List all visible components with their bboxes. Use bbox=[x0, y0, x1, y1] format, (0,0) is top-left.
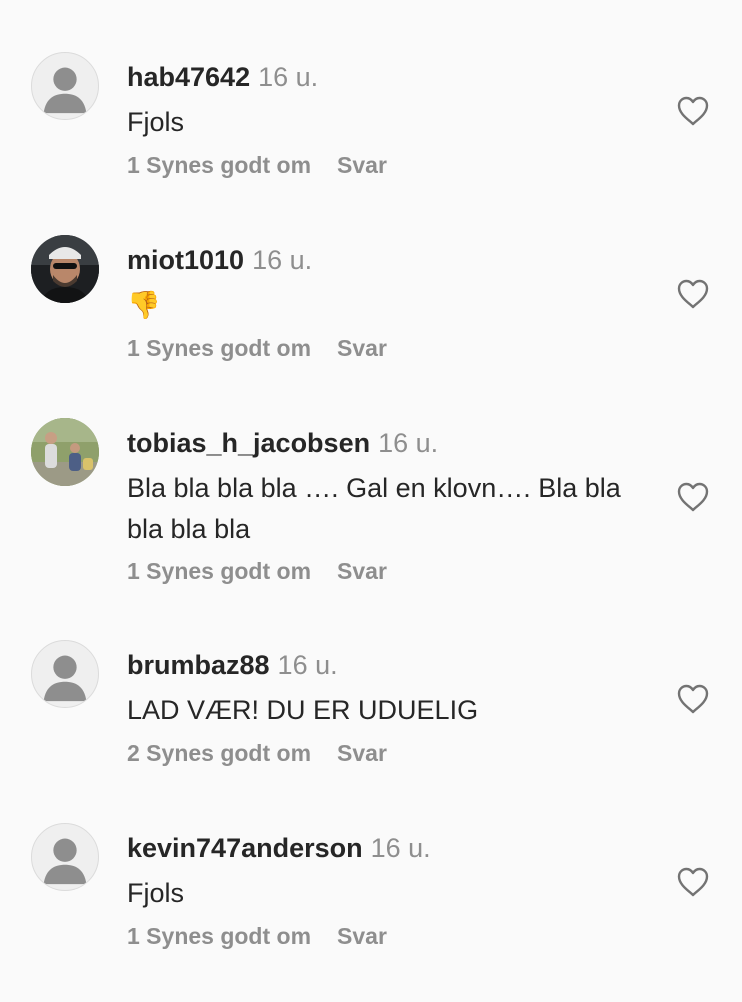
reply-button[interactable]: Svar bbox=[337, 152, 387, 178]
like-count[interactable]: 1 Synes godt om bbox=[127, 558, 311, 584]
username[interactable]: miot1010 bbox=[127, 245, 244, 275]
like-button[interactable] bbox=[676, 95, 710, 127]
avatar[interactable] bbox=[31, 640, 99, 708]
default-avatar-icon bbox=[43, 655, 87, 702]
thumbs-down-emoji: 👎 bbox=[127, 290, 161, 320]
timestamp[interactable]: 16 u. bbox=[252, 245, 312, 275]
comment-header: tobias_h_jacobsen 16 u. bbox=[127, 428, 438, 463]
profile-photo bbox=[31, 418, 99, 486]
like-count[interactable]: 1 Synes godt om bbox=[127, 152, 311, 178]
timestamp[interactable]: 16 u. bbox=[371, 833, 431, 863]
timestamp[interactable]: 16 u. bbox=[278, 650, 338, 680]
comment-list: hab47642 16 u. Fjols 1 Synes godt om Svar bbox=[0, 0, 742, 1002]
comment-text: LAD VÆR! DU ER UDUELIG bbox=[127, 695, 479, 725]
username[interactable]: brumbaz88 bbox=[127, 650, 270, 680]
comment-actions: 2 Synes godt om Svar bbox=[127, 740, 387, 767]
avatar[interactable] bbox=[31, 235, 99, 303]
default-avatar-icon bbox=[43, 838, 87, 885]
comment-header: hab47642 16 u. bbox=[127, 62, 318, 97]
comment-actions: 1 Synes godt om Svar bbox=[127, 923, 387, 950]
comment-actions: 1 Synes godt om Svar bbox=[127, 335, 387, 362]
heart-outline-icon bbox=[677, 684, 709, 714]
reply-button[interactable]: Svar bbox=[337, 740, 387, 766]
comment-header: miot1010 16 u. bbox=[127, 245, 312, 280]
reply-button[interactable]: Svar bbox=[337, 335, 387, 361]
like-button[interactable] bbox=[676, 481, 710, 513]
like-button[interactable] bbox=[676, 278, 710, 310]
comment-text: Bla bla bla bla …. Gal en klovn…. Bla bl… bbox=[127, 473, 621, 544]
heart-outline-icon bbox=[677, 96, 709, 126]
reply-button[interactable]: Svar bbox=[337, 923, 387, 949]
default-avatar-icon bbox=[43, 67, 87, 114]
like-button[interactable] bbox=[676, 683, 710, 715]
comment-header: kevin747anderson 16 u. bbox=[127, 833, 431, 868]
comment-actions: 1 Synes godt om Svar bbox=[127, 152, 387, 179]
like-button[interactable] bbox=[676, 866, 710, 898]
heart-outline-icon bbox=[677, 482, 709, 512]
comment-text: Fjols bbox=[127, 878, 185, 908]
like-count[interactable]: 1 Synes godt om bbox=[127, 335, 311, 361]
like-count[interactable]: 2 Synes godt om bbox=[127, 740, 311, 766]
avatar[interactable] bbox=[31, 823, 99, 891]
comment-actions: 1 Synes godt om Svar bbox=[127, 558, 387, 585]
username[interactable]: kevin747anderson bbox=[127, 833, 363, 863]
avatar[interactable] bbox=[31, 52, 99, 120]
username[interactable]: tobias_h_jacobsen bbox=[127, 428, 370, 458]
timestamp[interactable]: 16 u. bbox=[258, 62, 318, 92]
reply-button[interactable]: Svar bbox=[337, 558, 387, 584]
heart-outline-icon bbox=[677, 867, 709, 897]
comment-text: Fjols bbox=[127, 107, 185, 137]
comment-header: brumbaz88 16 u. bbox=[127, 650, 338, 685]
username[interactable]: hab47642 bbox=[127, 62, 250, 92]
timestamp[interactable]: 16 u. bbox=[378, 428, 438, 458]
avatar[interactable] bbox=[31, 418, 99, 486]
like-count[interactable]: 1 Synes godt om bbox=[127, 923, 311, 949]
profile-photo bbox=[31, 235, 99, 303]
heart-outline-icon bbox=[677, 279, 709, 309]
